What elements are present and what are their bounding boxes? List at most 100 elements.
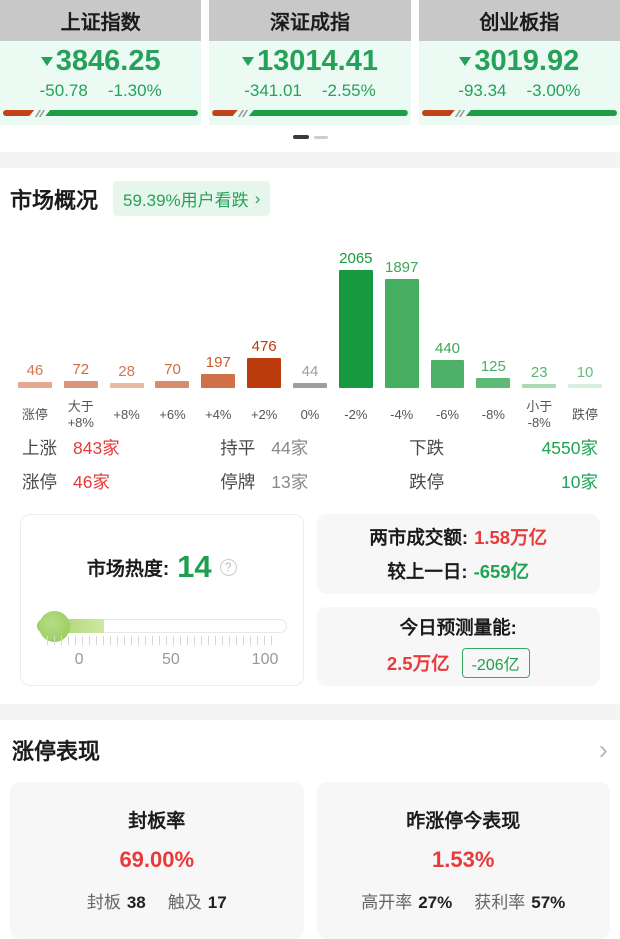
- forecast-value: 2.5万亿: [387, 650, 450, 676]
- down-arrow-icon: [41, 57, 53, 66]
- forecast-delta-badge: -206亿: [462, 648, 530, 678]
- heat-value: 14: [177, 549, 211, 585]
- stat-suspended: 停牌 13家: [220, 469, 409, 494]
- index-change: -93.34: [458, 81, 506, 101]
- carousel-pagination: [0, 127, 620, 147]
- ratio-slash-icon: [238, 110, 249, 116]
- section-title: 涨停表现: [12, 734, 100, 766]
- bar: [155, 381, 189, 388]
- index-change-pct: -2.55%: [322, 81, 376, 101]
- limit-up-section: 涨停表现 › 封板率 69.00% 封板38 触及17 昨涨停今表现 1.53%…: [0, 720, 620, 939]
- stat-up: 上涨 843家: [22, 435, 220, 460]
- bar-category-label: -4%: [390, 397, 413, 433]
- bar: [522, 384, 556, 388]
- index-change-row: -50.78 -1.30%: [0, 81, 201, 101]
- bar-category-label: 大于 +8%: [68, 397, 94, 433]
- stat-label: 涨停: [22, 469, 57, 494]
- pagination-dot-active[interactable]: [293, 135, 309, 139]
- index-change-pct: -3.00%: [526, 81, 580, 101]
- card-stat: 获利率57%: [474, 888, 565, 913]
- card-title: 昨涨停今表现: [317, 806, 611, 833]
- chart-bar-group[interactable]: 46涨停: [12, 362, 58, 433]
- stat-value: 57%: [531, 893, 565, 912]
- heat-label: 市场热度:: [87, 554, 169, 581]
- index-name: 深证成指: [209, 0, 410, 41]
- index-card-chinext[interactable]: 创业板指 3019.92 -93.34 -3.00%: [419, 0, 620, 125]
- stat-value: 10家: [561, 469, 598, 494]
- index-value-row: 3019.92: [419, 45, 620, 78]
- tick-label: 0: [75, 651, 84, 669]
- bar: [293, 383, 327, 388]
- stat-label: 上涨: [22, 435, 57, 460]
- bar-value-label: 476: [252, 338, 277, 355]
- pagination-dot[interactable]: [314, 136, 328, 139]
- chart-bar-group[interactable]: 10跌停: [562, 364, 608, 433]
- heat-gauge: 0 50 100: [37, 611, 287, 671]
- index-change-row: -93.34 -3.00%: [419, 81, 620, 101]
- index-carousel: 上证指数 3846.25 -50.78 -1.30% 深证成指 13014.41…: [0, 0, 620, 125]
- bar: [247, 358, 281, 388]
- bar-category-label: +6%: [159, 397, 185, 433]
- down-arrow-icon: [242, 57, 254, 66]
- ratio-up-segment: [3, 110, 34, 116]
- chart-bar-group[interactable]: 28+8%: [104, 363, 150, 433]
- vs-prev-label: 较上一日:: [387, 558, 467, 584]
- ratio-slash-icon: [455, 110, 466, 116]
- ratio-down-segment: [249, 110, 408, 116]
- up-down-ratio-bar: [422, 110, 617, 116]
- index-value-row: 3846.25: [0, 45, 201, 78]
- index-card-shanghai[interactable]: 上证指数 3846.25 -50.78 -1.30%: [0, 0, 201, 125]
- card-stat: 触及17: [168, 888, 227, 913]
- bar-category-label: -6%: [436, 397, 459, 433]
- market-stats: 上涨 843家 持平 44家 下跌 4550家 涨停 46家 停牌 13家 跌停: [10, 435, 610, 494]
- turnover-card: 两市成交额: 1.58万亿 较上一日: -659亿: [317, 514, 601, 594]
- chart-bar-group[interactable]: 440%: [287, 363, 333, 433]
- chart-bar-group[interactable]: 440-6%: [425, 340, 471, 433]
- bar-category-label: 跌停: [572, 397, 598, 433]
- index-change: -341.01: [244, 81, 302, 101]
- stat-value: 38: [127, 893, 146, 912]
- forecast-card: 今日预测量能: 2.5万亿 -206亿: [317, 607, 601, 687]
- sentiment-badge-text: 59.39%用户看跌: [123, 186, 249, 211]
- chart-bar-group[interactable]: 72 大于 +8%: [58, 361, 104, 433]
- chart-bar-group[interactable]: 2065-2%: [333, 250, 379, 433]
- card-stat: 高开率27%: [361, 888, 452, 913]
- ratio-down-segment: [466, 110, 617, 116]
- chevron-right-icon[interactable]: ›: [599, 740, 608, 760]
- card-value: 69.00%: [10, 847, 304, 873]
- index-card-shenzhen[interactable]: 深证成指 13014.41 -341.01 -2.55%: [209, 0, 410, 125]
- bar-value-label: 70: [164, 361, 181, 378]
- stat-limit-up: 涨停 46家: [22, 469, 220, 494]
- chart-bar-group[interactable]: 197+4%: [195, 354, 241, 433]
- chart-bar-group[interactable]: 1897 -4%: [379, 259, 425, 433]
- forecast-label: 今日预测量能:: [400, 614, 517, 640]
- help-icon[interactable]: ?: [220, 559, 237, 576]
- bar: [18, 382, 52, 388]
- stat-label: 下跌: [409, 435, 444, 460]
- stat-value: 4550家: [542, 435, 598, 460]
- stat-label: 封板: [87, 893, 121, 912]
- gauge-tick-labels: 0 50 100: [47, 651, 277, 669]
- turnover-value: 1.58万亿: [474, 524, 547, 550]
- bar-value-label: 1897: [385, 259, 418, 276]
- stat-down: 下跌 4550家: [409, 435, 598, 460]
- section-title: 市场概况: [10, 183, 98, 215]
- bar-category-label: 0%: [301, 397, 320, 433]
- chart-bar-group[interactable]: 70 +6%: [150, 361, 196, 433]
- bar-value-label: 72: [72, 361, 89, 378]
- stat-flat: 持平 44家: [220, 435, 409, 460]
- distribution-chart: 46涨停72大于 +8%28+8%70+6%197+4%476+2%440%20…: [10, 250, 610, 433]
- bar-value-label: 28: [118, 363, 135, 380]
- stat-label: 持平: [220, 435, 255, 460]
- bar-value-label: 2065: [339, 250, 372, 267]
- sentiment-badge[interactable]: 59.39%用户看跌 ›: [113, 181, 270, 216]
- chart-bar-group[interactable]: 23小于 -8%: [516, 364, 562, 433]
- stat-value: 27%: [418, 893, 452, 912]
- chart-bar-group[interactable]: 125-8%: [470, 358, 516, 433]
- bar-value-label: 125: [481, 358, 506, 375]
- vs-prev-value: -659亿: [474, 558, 530, 584]
- bar-category-label: +2%: [251, 397, 277, 433]
- bar: [476, 378, 510, 388]
- bar: [431, 360, 465, 388]
- chart-bar-group[interactable]: 476 +2%: [241, 338, 287, 433]
